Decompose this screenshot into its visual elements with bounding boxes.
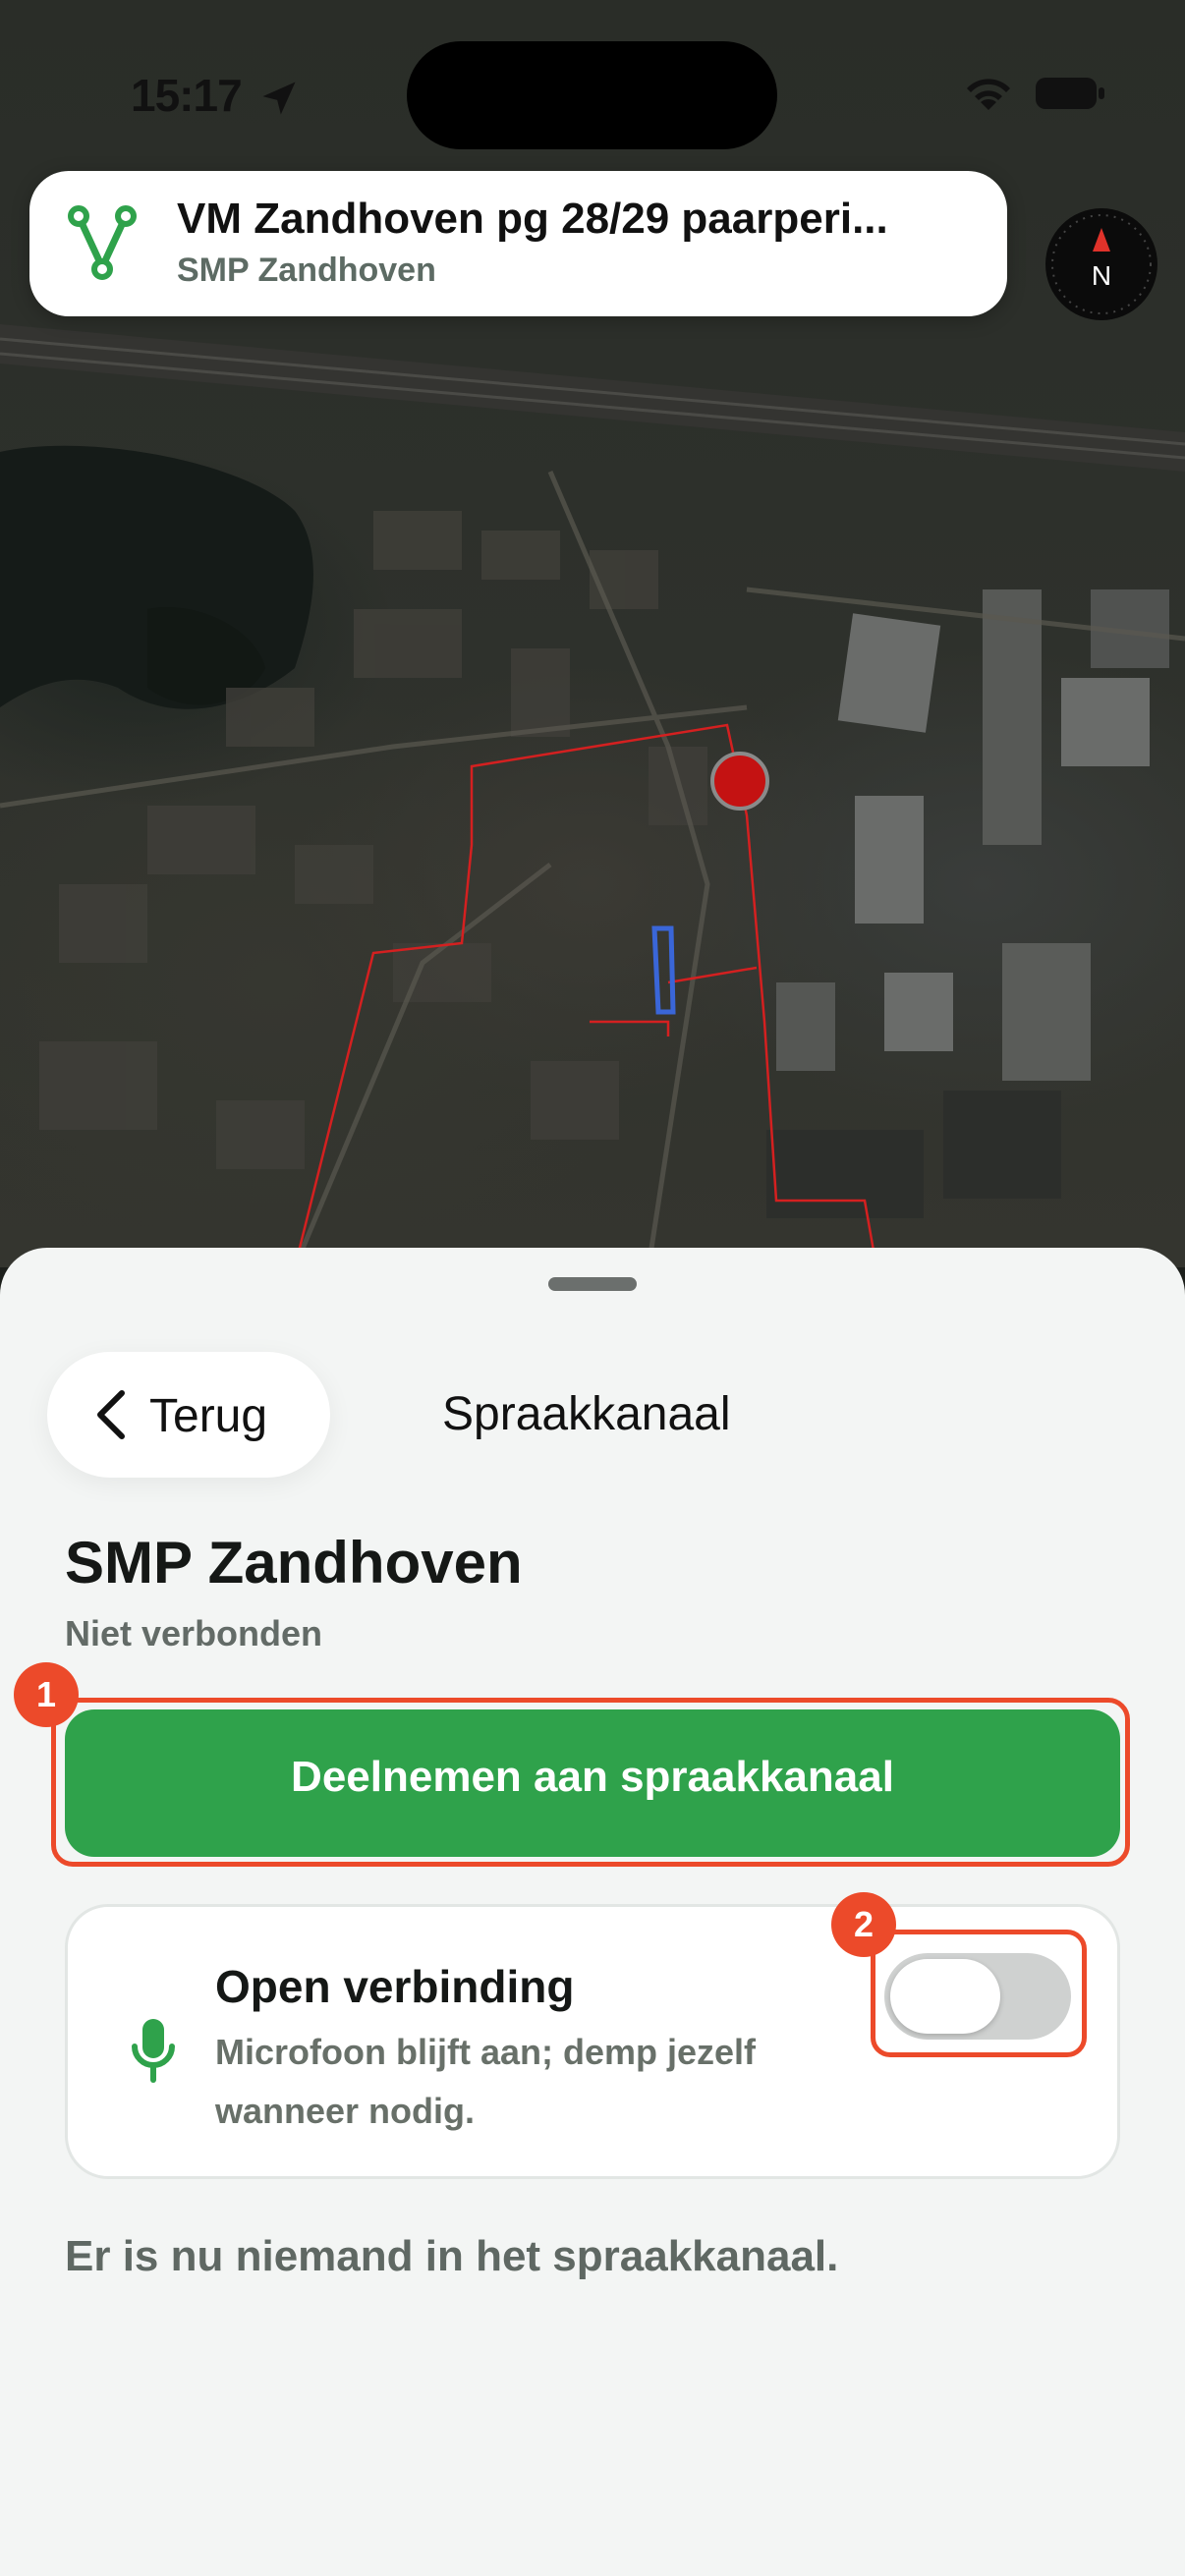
toggle-knob	[890, 1959, 1000, 2034]
sheet-title: Spraakkanaal	[442, 1388, 731, 1440]
annotation-badge-1: 1	[14, 1662, 79, 1727]
route-title: VM Zandhoven pg 28/29 paarperi...	[177, 195, 888, 243]
channel-name: SMP Zandhoven	[65, 1530, 523, 1596]
option-title: Open verbinding	[215, 1961, 575, 2012]
app-logo-icon	[68, 205, 137, 280]
route-header-card[interactable]: VM Zandhoven pg 28/29 paarperi... SMP Za…	[29, 171, 1007, 316]
dynamic-island	[407, 41, 777, 149]
battery-icon	[1036, 78, 1104, 109]
chevron-left-icon	[97, 1390, 125, 1439]
join-button-label: Deelnemen aan spraakkanaal	[291, 1753, 894, 1801]
compass-button[interactable]: N	[1045, 208, 1157, 320]
track-path	[651, 925, 676, 1015]
open-connection-toggle[interactable]	[884, 1953, 1071, 2040]
compass-letter: N	[1092, 260, 1111, 291]
annotation-badge-2: 2	[831, 1892, 896, 1957]
rail-line	[0, 352, 1185, 460]
compass-icon: N	[1051, 214, 1152, 314]
route-subtitle: SMP Zandhoven	[177, 252, 436, 289]
location-arrow-icon	[262, 82, 296, 115]
industrial-buildings	[776, 589, 1169, 1081]
back-button[interactable]: Terug	[47, 1352, 330, 1478]
railway-band	[0, 324, 1185, 472]
option-description: Microfoon blijft aan; demp jezelf wannee…	[215, 2032, 757, 2131]
connection-status: Niet verbonden	[65, 1613, 323, 1653]
back-label: Terug	[149, 1390, 268, 1442]
sheet-grabber[interactable]	[548, 1277, 637, 1291]
microphone-icon	[132, 2019, 175, 2083]
rail-line	[0, 337, 1185, 446]
industrial-dark	[766, 1091, 1061, 1218]
wifi-icon	[967, 79, 1010, 110]
join-voice-channel-button[interactable]: Deelnemen aan spraakkanaal	[65, 1709, 1120, 1857]
status-icons	[963, 75, 1106, 112]
status-time: 15:17	[131, 70, 243, 121]
empty-participants-message: Er is nu niemand in het spraakkanaal.	[65, 2232, 839, 2280]
location-marker	[710, 752, 769, 811]
